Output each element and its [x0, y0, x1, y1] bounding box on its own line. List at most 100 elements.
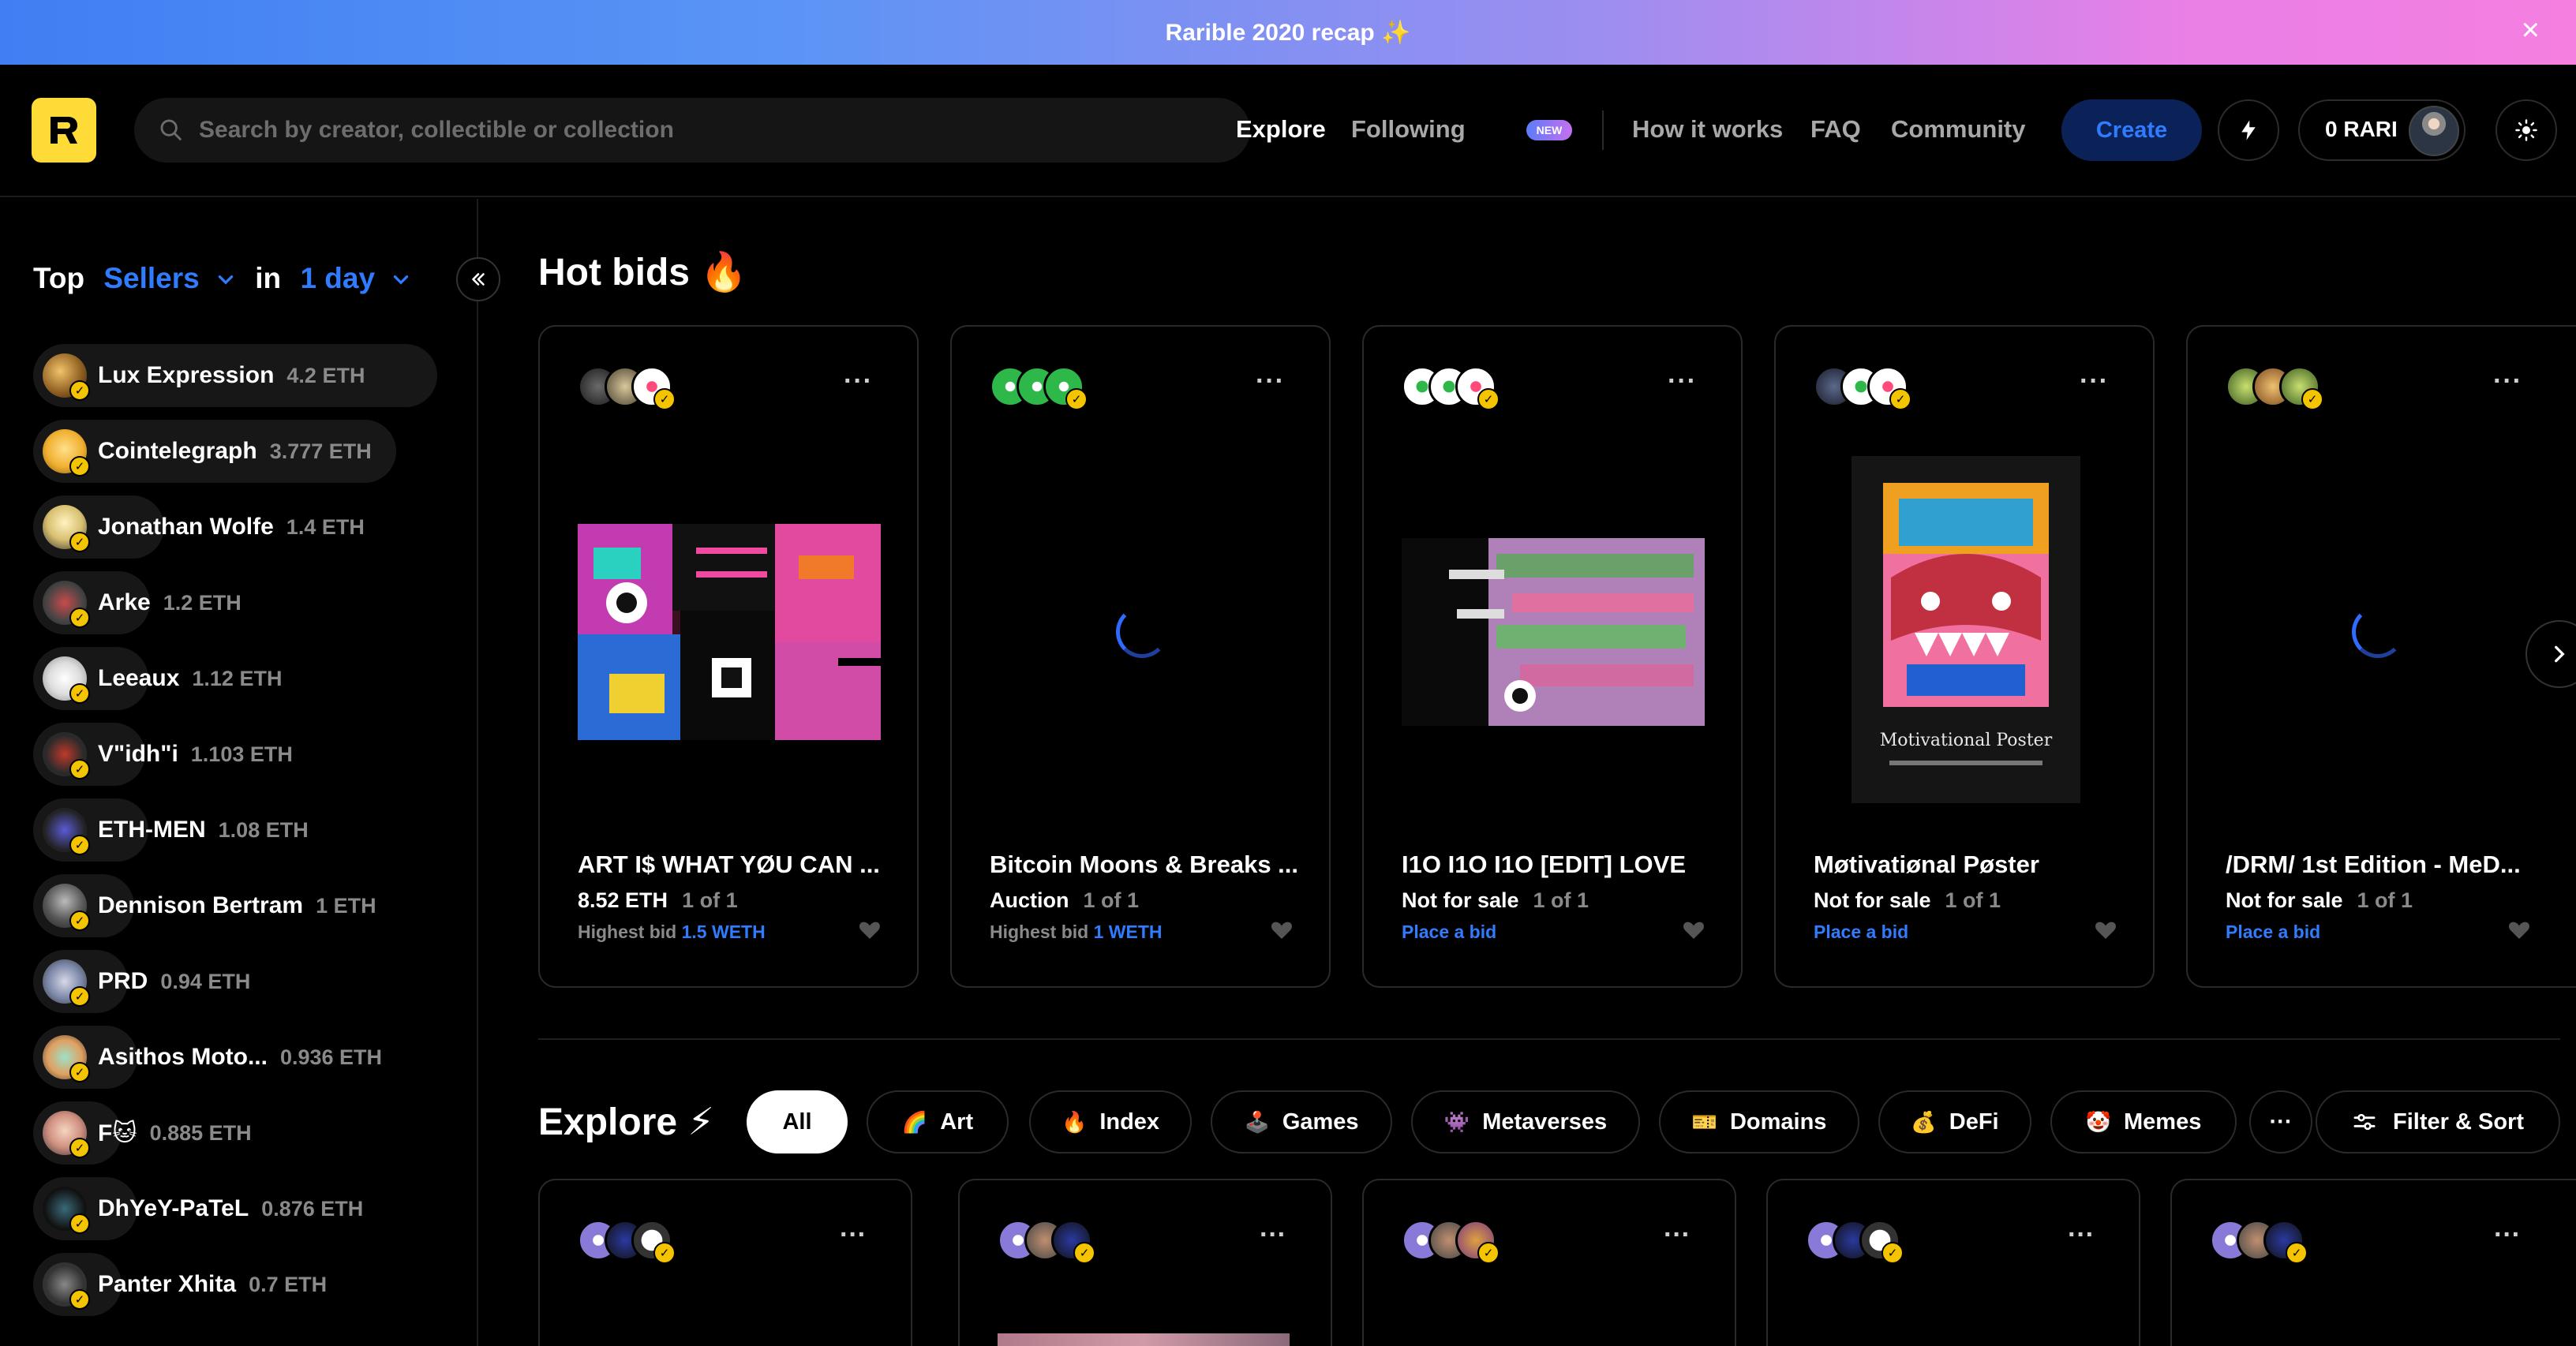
chevron-right-icon: [2555, 645, 2565, 663]
heart-icon[interactable]: [1269, 917, 1294, 942]
avatar: ✓: [43, 505, 90, 552]
verified-icon: ✓: [1889, 388, 1911, 410]
announcement-banner[interactable]: Rarible 2020 recap ✨ ×: [0, 0, 2576, 65]
more-options-icon[interactable]: ···: [1664, 1220, 1690, 1251]
collapse-sidebar-button[interactable]: [456, 257, 500, 301]
heart-icon[interactable]: [2093, 917, 2118, 942]
category-dropdown[interactable]: Sellers: [103, 262, 199, 294]
place-bid-link[interactable]: Place a bid: [1814, 922, 1908, 943]
nav-following[interactable]: Following: [1351, 115, 1466, 144]
poster-caption: Motivational Poster: [1879, 731, 2053, 750]
seller-item[interactable]: ✓ Panter Xhita 0.7 ETH: [33, 1253, 327, 1316]
seller-item[interactable]: ✓ Leeaux 1.12 ETH: [33, 647, 282, 710]
artwork-image[interactable]: [578, 524, 881, 740]
price-value: 8.52 ETH: [578, 888, 668, 912]
card-title[interactable]: /DRM/ 1st Edition - MeD...: [2226, 851, 2541, 879]
filter-chip-all[interactable]: All: [747, 1090, 848, 1153]
seller-item[interactable]: ✓ Lux Expression 4.2 ETH: [33, 344, 437, 407]
close-icon[interactable]: ×: [2522, 14, 2540, 46]
search-bar[interactable]: [134, 98, 1250, 163]
nav-faq[interactable]: FAQ: [1810, 115, 1861, 144]
new-badge: NEW: [1526, 120, 1572, 140]
filter-chip-art[interactable]: 🌈 Art: [867, 1090, 1009, 1153]
more-options-icon[interactable]: ···: [2493, 366, 2522, 397]
nav-community[interactable]: Community: [1891, 115, 2026, 144]
loading-spinner: [2352, 606, 2404, 658]
filter-chip-metaverses[interactable]: 👾 Metaverses: [1411, 1090, 1640, 1153]
create-button[interactable]: Create: [2061, 99, 2202, 161]
nav-explore[interactable]: Explore: [1236, 115, 1326, 144]
seller-item[interactable]: ✓ Jonathan Wolfe 1.4 ETH: [33, 495, 365, 559]
period-dropdown[interactable]: 1 day: [300, 262, 375, 294]
heart-icon[interactable]: [1681, 917, 1706, 942]
verified-icon: ✓: [69, 835, 90, 855]
seller-item[interactable]: ✓ F🐱 0.885 ETH: [33, 1101, 252, 1165]
more-options-icon[interactable]: ···: [1256, 366, 1285, 397]
seller-item[interactable]: ✓ V"idh"i 1.103 ETH: [33, 723, 293, 786]
explore-card[interactable]: ✓ ···: [2170, 1179, 2576, 1346]
more-options-icon[interactable]: ···: [2068, 1220, 2095, 1251]
seller-item[interactable]: ✓ ETH-MEN 1.08 ETH: [33, 798, 309, 862]
seller-item[interactable]: ✓ Cointelegraph 3.777 ETH: [33, 420, 396, 483]
more-options-icon[interactable]: ···: [2080, 366, 2109, 397]
heart-icon[interactable]: [857, 917, 882, 942]
in-label: in: [255, 262, 282, 294]
joystick-icon: 🕹️: [1244, 1109, 1270, 1134]
seller-item[interactable]: ✓ DhYeY-PaTeL 0.876 ETH: [33, 1177, 363, 1240]
sidebar-title: Top Sellers in 1 day: [33, 262, 422, 295]
nav-how-it-works[interactable]: How it works: [1632, 115, 1783, 144]
more-categories-button[interactable]: ···: [2249, 1090, 2312, 1153]
verified-icon: ✓: [69, 910, 90, 931]
hot-bid-card[interactable]: ✓ ··· Bitcoin Moons & Breaks ... Auction…: [950, 325, 1331, 988]
seller-eth: 1.103 ETH: [190, 742, 293, 766]
artwork-image[interactable]: [998, 1333, 1290, 1346]
theme-toggle[interactable]: [2496, 99, 2557, 161]
artwork-image[interactable]: Motivational Poster: [1852, 456, 2080, 803]
filter-sort-button[interactable]: Filter & Sort: [2316, 1090, 2560, 1153]
more-options-icon[interactable]: ···: [1260, 1220, 1286, 1251]
chevron-down-icon[interactable]: [215, 270, 236, 290]
bid-value: 1 WETH: [1093, 922, 1163, 942]
avatar: ✓: [43, 656, 90, 704]
banner-text[interactable]: Rarible 2020 recap ✨: [1166, 19, 1411, 47]
seller-item[interactable]: ✓ Dennison Bertram 1 ETH: [33, 874, 376, 937]
seller-item[interactable]: ✓ Arke 1.2 ETH: [33, 571, 242, 634]
lightning-icon: [2241, 120, 2256, 140]
artwork-image[interactable]: [1402, 538, 1705, 726]
card-title[interactable]: ART I$ WHAT YØU CAN ...: [578, 851, 893, 879]
more-options-icon[interactable]: ···: [2494, 1220, 2521, 1251]
hot-bid-card[interactable]: ✓ ··· I1O I1O I1O [EDIT] LOVE Not for sa…: [1362, 325, 1743, 988]
card-title[interactable]: Møtivatiønal Pøster: [1814, 851, 2129, 879]
chevron-down-icon[interactable]: [391, 270, 411, 290]
filter-chip-games[interactable]: 🕹️ Games: [1211, 1090, 1392, 1153]
hot-bid-card[interactable]: ✓ ··· /DRM/ 1st Edition - MeD... Not for…: [2186, 325, 2576, 988]
verified-icon: ✓: [69, 683, 90, 704]
explore-card[interactable]: ✓ ···: [958, 1179, 1332, 1346]
card-title[interactable]: I1O I1O I1O [EDIT] LOVE: [1402, 851, 1717, 879]
filter-chip-index[interactable]: 🔥 Index: [1029, 1090, 1192, 1153]
place-bid-link[interactable]: Place a bid: [2226, 922, 2320, 943]
hot-bid-card[interactable]: ✓ ··· Motivational Poster Møtivatiønal P…: [1774, 325, 2155, 988]
search-input[interactable]: [199, 117, 1225, 144]
hot-bid-card[interactable]: ✓ ··· ART I$ WHAT YØU CAN ... 8.52 ETH 1 …: [538, 325, 919, 988]
card-price: Not for sale 1 of 1: [1814, 888, 2001, 913]
explore-card[interactable]: ✓ ···: [1766, 1179, 2140, 1346]
filter-chip-domains[interactable]: 🎫 Domains: [1659, 1090, 1859, 1153]
card-price: Not for sale 1 of 1: [1402, 888, 1589, 913]
rarible-logo[interactable]: [32, 98, 96, 163]
activity-button[interactable]: [2218, 99, 2279, 161]
heart-icon[interactable]: [2507, 917, 2532, 942]
seller-item[interactable]: ✓ Asithos Moto... 0.936 ETH: [33, 1026, 382, 1089]
wallet-button[interactable]: 0 RARI: [2298, 99, 2466, 161]
explore-card[interactable]: ✓ ···: [1362, 1179, 1736, 1346]
more-options-icon[interactable]: ···: [844, 366, 873, 397]
filter-chip-memes[interactable]: 🤡 Memes: [2050, 1090, 2237, 1153]
card-title[interactable]: Bitcoin Moons & Breaks ...: [990, 851, 1305, 879]
seller-item[interactable]: ✓ PRD 0.94 ETH: [33, 950, 250, 1013]
filter-chip-defi[interactable]: 💰 DeFi: [1878, 1090, 2031, 1153]
more-options-icon[interactable]: ···: [1668, 366, 1697, 397]
explore-card[interactable]: ✓ ···: [538, 1179, 912, 1346]
place-bid-link[interactable]: Place a bid: [1402, 922, 1496, 943]
more-options-icon[interactable]: ···: [840, 1220, 867, 1251]
filter-sort-label: Filter & Sort: [2393, 1109, 2524, 1135]
